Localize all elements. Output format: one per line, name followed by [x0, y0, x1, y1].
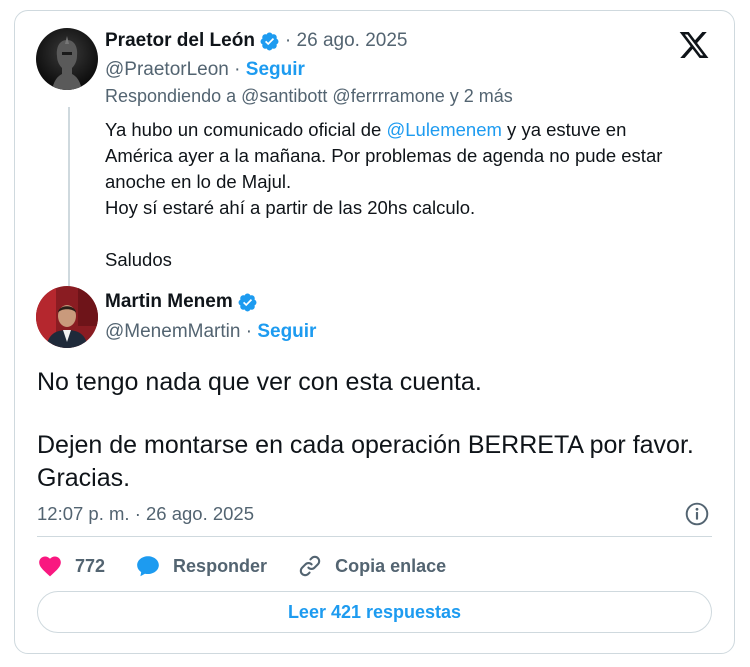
main-tweet-text-line3: Gracias. — [37, 464, 131, 492]
reply-line-1: Ya hubo un comunicado oficial de @Luleme… — [105, 119, 627, 140]
link-icon — [297, 553, 323, 579]
like-button[interactable]: 772 — [37, 553, 105, 579]
main-tweet-text-line1: No tengo nada que ver con esta cuenta. — [37, 368, 482, 396]
reply-author-name[interactable]: Praetor del León — [105, 30, 255, 52]
main-author-name[interactable]: Martin Menem — [105, 291, 233, 313]
reply-author-row: Praetor del León · 26 ago. 2025 — [105, 30, 407, 52]
speech-bubble-icon — [135, 553, 161, 579]
divider — [37, 536, 712, 537]
follow-button[interactable]: Seguir — [246, 59, 305, 80]
reply-line-3: anoche en lo de Majul. — [105, 171, 292, 192]
reply-label: Responder — [173, 555, 268, 576]
action-bar: 772 Responder Copia enlace — [37, 551, 476, 581]
separator-dot: · — [228, 59, 246, 80]
info-icon[interactable] — [684, 501, 710, 527]
menem-avatar[interactable] — [36, 286, 98, 348]
reply-button[interactable]: Responder — [135, 553, 267, 579]
copy-link-label: Copia enlace — [335, 555, 447, 576]
reply-line-4: Hoy sí estaré ahí a partir de las 20hs c… — [105, 197, 476, 218]
tweet-card: Praetor del León · 26 ago. 2025 @Praetor… — [14, 10, 735, 654]
reply-line-5: Saludos — [105, 249, 172, 270]
follow-button[interactable]: Seguir — [257, 321, 316, 342]
reply-tweet-text: Ya hubo un comunicado oficial de @Luleme… — [105, 117, 705, 273]
reply-date[interactable]: · 26 ago. 2025 — [285, 30, 408, 52]
replying-to-line[interactable]: Respondiendo a @santibott @ferrrramone y… — [105, 86, 513, 107]
main-handle-row: @MenemMartin · Seguir — [105, 321, 316, 343]
like-count: 772 — [75, 555, 106, 576]
reply-handle[interactable]: @PraetorLeon — [105, 59, 229, 80]
tweet-timestamp[interactable]: 12:07 p. m. · 26 ago. 2025 — [37, 503, 254, 525]
thread-connector-line — [68, 107, 70, 289]
reply-handle-row: @PraetorLeon · Seguir — [105, 59, 305, 81]
copy-link-button[interactable]: Copia enlace — [297, 553, 446, 579]
x-logo-icon[interactable] — [678, 29, 710, 61]
separator-dot: · — [240, 321, 258, 342]
heart-icon — [37, 553, 63, 579]
main-author-row: Martin Menem — [105, 291, 258, 313]
verified-badge-icon — [259, 31, 280, 52]
main-handle[interactable]: @MenemMartin — [105, 321, 240, 342]
read-replies-button[interactable]: Leer 421 respuestas — [37, 591, 712, 633]
praetor-avatar[interactable] — [36, 28, 98, 90]
reply-line-2: América ayer a la mañana. Por problemas … — [105, 145, 663, 166]
main-tweet-text-line2: Dejen de montarse en cada operación BERR… — [37, 431, 694, 459]
verified-badge-icon — [237, 292, 258, 313]
mention-link[interactable]: @Lulemenem — [386, 119, 501, 140]
